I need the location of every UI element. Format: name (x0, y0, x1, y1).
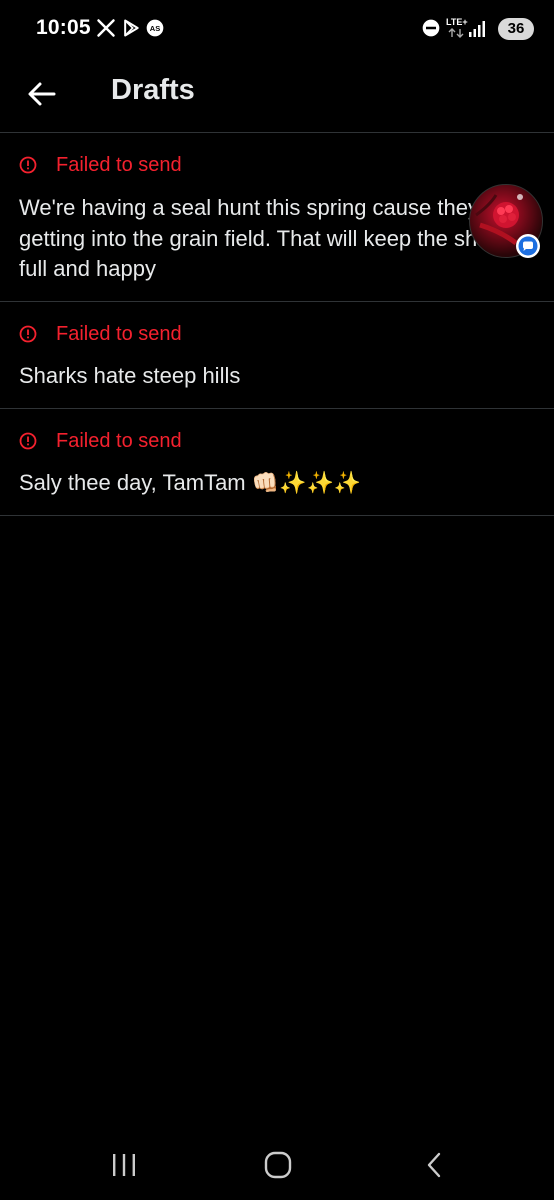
app-header: Drafts (0, 56, 554, 133)
play-store-icon (124, 19, 139, 37)
page-title: Drafts (111, 74, 195, 106)
error-icon (19, 156, 37, 174)
status-bar: 10:05 AS LTE+ 36 (0, 0, 554, 56)
back-nav-icon[interactable] (417, 1150, 451, 1180)
failed-label: Failed to send (56, 154, 182, 176)
draft-item[interactable]: Failed to send Saly thee day, TamTam 👊🏻✨… (0, 409, 554, 516)
svg-text:AS: AS (150, 24, 160, 33)
error-icon (19, 325, 37, 343)
status-time: 10:05 (36, 16, 91, 39)
battery-indicator: 36 (498, 18, 534, 40)
lte-icon: LTE+ (446, 17, 468, 38)
draft-item[interactable]: Failed to send Sharks hate steep hills (0, 302, 554, 409)
recent-apps-icon[interactable] (107, 1150, 141, 1180)
svg-text:LTE+: LTE+ (446, 17, 468, 27)
failed-label: Failed to send (56, 323, 182, 345)
home-icon[interactable] (261, 1150, 295, 1180)
signal-icon (469, 21, 485, 37)
error-icon (19, 432, 37, 450)
message-badge-icon (516, 234, 540, 258)
do-not-disturb-icon (422, 19, 440, 37)
x-logo-icon (97, 19, 115, 37)
as-badge-icon: AS (146, 19, 164, 37)
system-nav-bar (0, 1130, 554, 1200)
draft-text: We're having a seal hunt this spring cau… (19, 195, 533, 281)
failed-label: Failed to send (56, 430, 182, 452)
back-arrow-icon[interactable] (20, 72, 64, 116)
draft-text: Sharks hate steep hills (19, 363, 241, 388)
draft-item[interactable]: Failed to send We're having a seal hunt … (0, 133, 554, 302)
draft-text: Saly thee day, TamTam 👊🏻✨✨✨ (19, 470, 362, 495)
